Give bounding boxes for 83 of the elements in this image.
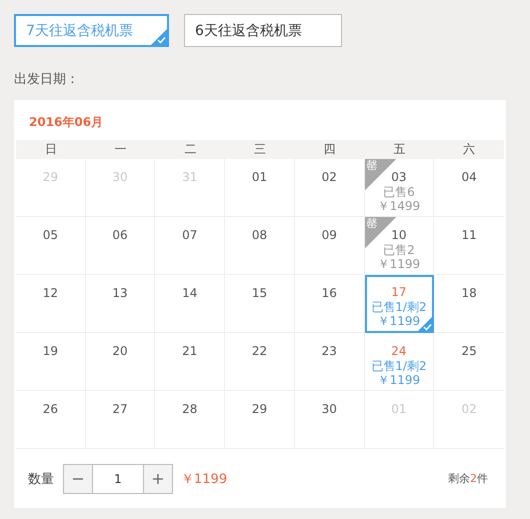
day-number: 11 xyxy=(462,228,477,243)
day-number: 15 xyxy=(252,286,268,301)
calendar-day[interactable]: 05 xyxy=(16,217,86,275)
calendar-day[interactable]: 21 xyxy=(155,333,226,391)
calendar-day[interactable]: 罄 10 已售2 ￥1199 xyxy=(364,217,434,275)
sold-count: 已售6 xyxy=(383,185,415,199)
calendar-day[interactable]: 26 xyxy=(16,391,86,449)
calendar-day[interactable]: 14 xyxy=(155,275,226,333)
calendar-day[interactable]: 15 xyxy=(225,275,295,333)
day-number: 20 xyxy=(112,344,128,359)
day-number: 26 xyxy=(42,402,58,417)
calendar-day[interactable]: 19 xyxy=(16,333,86,391)
calendar-day[interactable]: 20 xyxy=(86,333,156,391)
day-number: 30 xyxy=(322,402,337,417)
day-number: 06 xyxy=(112,228,128,243)
stock-remaining: 剩余2件 xyxy=(448,471,488,486)
weekday-label: 三 xyxy=(252,141,267,158)
calendar-day[interactable]: 30 xyxy=(294,391,365,449)
day-number: 05 xyxy=(42,228,58,243)
day-number: 02 xyxy=(322,170,337,185)
day-number: 17 xyxy=(391,285,407,300)
day-number: 12 xyxy=(42,286,58,301)
departure-date-label: 出发日期： xyxy=(14,71,80,88)
weekday-label: 二 xyxy=(183,141,198,158)
calendar-day[interactable]: 23 xyxy=(294,333,365,391)
day-number: 29 xyxy=(252,402,268,417)
day-number: 08 xyxy=(252,228,268,243)
calendar-day[interactable]: 07 xyxy=(155,217,226,275)
calendar-day[interactable]: 13 xyxy=(86,275,156,333)
total-price: ￥1199 xyxy=(181,470,228,488)
day-number: 24 xyxy=(391,344,407,359)
day-number: 21 xyxy=(182,344,198,359)
weekday-label: 五 xyxy=(392,141,406,158)
weekday-label: 日 xyxy=(44,141,58,158)
day-price: ￥1199 xyxy=(378,257,420,271)
weekday-label: 四 xyxy=(322,141,337,158)
day-number: 13 xyxy=(112,286,128,301)
calendar-day[interactable]: 09 xyxy=(294,217,365,275)
weekday-label: 一 xyxy=(114,141,128,158)
calendar-day[interactable]: 18 xyxy=(434,275,504,333)
day-price: ￥1199 xyxy=(378,314,420,328)
month-title: 2016年06月 xyxy=(28,114,104,131)
day-number: 28 xyxy=(182,402,198,417)
day-number: 07 xyxy=(182,228,198,243)
calendar-day[interactable]: 28 xyxy=(155,391,226,449)
day-number: 04 xyxy=(462,170,477,185)
calendar-day[interactable]: 08 xyxy=(225,217,295,275)
calendar-day[interactable]: 02 xyxy=(294,159,365,217)
day-number: 22 xyxy=(252,344,268,359)
decrease-button[interactable]: − xyxy=(63,464,93,494)
calendar-day[interactable]: 25 xyxy=(434,333,504,391)
calendar-day[interactable]: 27 xyxy=(86,391,156,449)
day-number: 23 xyxy=(322,344,337,359)
sold-count: 已售1/剩2 xyxy=(371,359,427,373)
quantity-field[interactable]: 1 xyxy=(93,464,143,494)
day-number: 14 xyxy=(182,286,198,301)
calendar-day[interactable]: 12 xyxy=(16,275,86,333)
increase-button[interactable]: + xyxy=(143,464,173,494)
weekday-label: 六 xyxy=(462,141,476,158)
day-number: 01 xyxy=(252,170,268,185)
sold-count: 已售1/剩2 xyxy=(371,300,427,314)
calendar-day[interactable]: 01 xyxy=(225,159,295,217)
calendar-day[interactable]: 04 xyxy=(434,159,504,217)
day-number: 10 xyxy=(391,228,407,243)
day-number: 09 xyxy=(322,228,337,243)
day-number: 25 xyxy=(462,344,477,359)
day-number: 03 xyxy=(391,170,407,185)
calendar-day[interactable]: 11 xyxy=(434,217,504,275)
calendar-day[interactable]: 22 xyxy=(225,333,295,391)
calendar-day[interactable]: 29 xyxy=(225,391,295,449)
ticket-option[interactable]: 6天往返含税机票 xyxy=(184,14,342,47)
day-number: 19 xyxy=(42,344,58,359)
check-corner-icon xyxy=(151,29,167,45)
day-price: ￥1499 xyxy=(378,199,420,213)
sold-count: 已售2 xyxy=(383,243,415,257)
calendar-day[interactable]: 罄 03 已售6 ￥1499 xyxy=(364,159,434,217)
calendar-day[interactable]: 06 xyxy=(86,217,156,275)
quantity-label: 数量 xyxy=(28,470,54,488)
day-price: ￥1199 xyxy=(378,373,420,387)
calendar-day[interactable]: 16 xyxy=(294,275,365,333)
day-number: 27 xyxy=(112,402,128,417)
day-number: 16 xyxy=(322,286,337,301)
day-number: 18 xyxy=(462,286,477,301)
